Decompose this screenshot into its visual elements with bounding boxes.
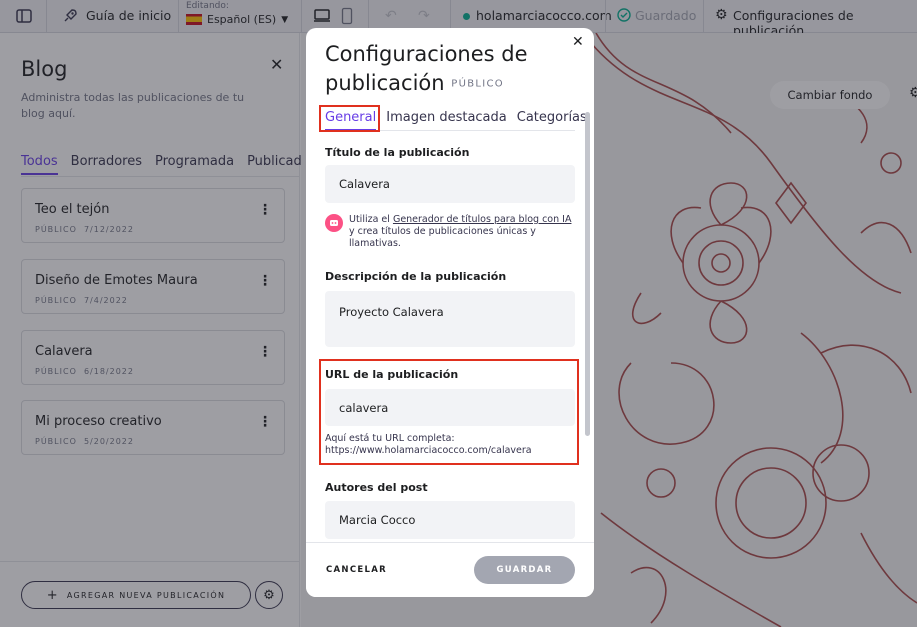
post-title-field[interactable]: Calavera [325,165,575,203]
tab-categories[interactable]: Categorías [517,110,587,131]
post-title-label: Título de la publicación [325,146,470,159]
full-url-note: Aquí está tu URL completa: https://www.h… [325,433,575,457]
robot-icon [325,214,343,232]
url-field[interactable]: calavera [325,389,575,426]
ai-title-generator-link[interactable]: Generador de títulos para blog con IA [393,214,572,225]
authors-label: Autores del post [325,481,428,494]
url-label: URL de la publicación [325,368,459,381]
ai-title-tip: Utiliza el Generador de títulos para blo… [325,214,575,250]
authors-value: Marcia Cocco [339,513,416,527]
ai-tip-text: Utiliza el Generador de títulos para blo… [349,214,572,249]
post-title-value: Calavera [339,177,390,191]
description-value: Proyecto Calavera [339,305,444,319]
full-url-caption: Aquí está tu URL completa: [325,433,455,444]
authors-field[interactable]: Marcia Cocco [325,501,575,539]
modal-title: Configuraciones de publicación PÚBLICO [325,42,528,95]
save-button[interactable]: GUARDAR [474,556,575,584]
status-badge: PÚBLICO [451,78,504,90]
modal-footer: CANCELAR GUARDAR [306,542,594,597]
cancel-button[interactable]: CANCELAR [326,565,387,575]
tab-featured-image[interactable]: Imagen destacada [386,110,507,131]
url-value: calavera [339,400,389,415]
description-field[interactable]: Proyecto Calavera [325,291,575,347]
save-label: GUARDAR [496,565,553,575]
general-tab-highlight [319,105,380,132]
close-icon[interactable]: ✕ [572,34,584,50]
scrollbar[interactable] [585,112,590,436]
post-settings-modal: Configuraciones de publicación PÚBLICO ✕… [306,28,594,597]
description-label: Descripción de la publicación [325,270,507,283]
full-url-value: https://www.holamarciacocco.com/calavera [325,445,532,456]
